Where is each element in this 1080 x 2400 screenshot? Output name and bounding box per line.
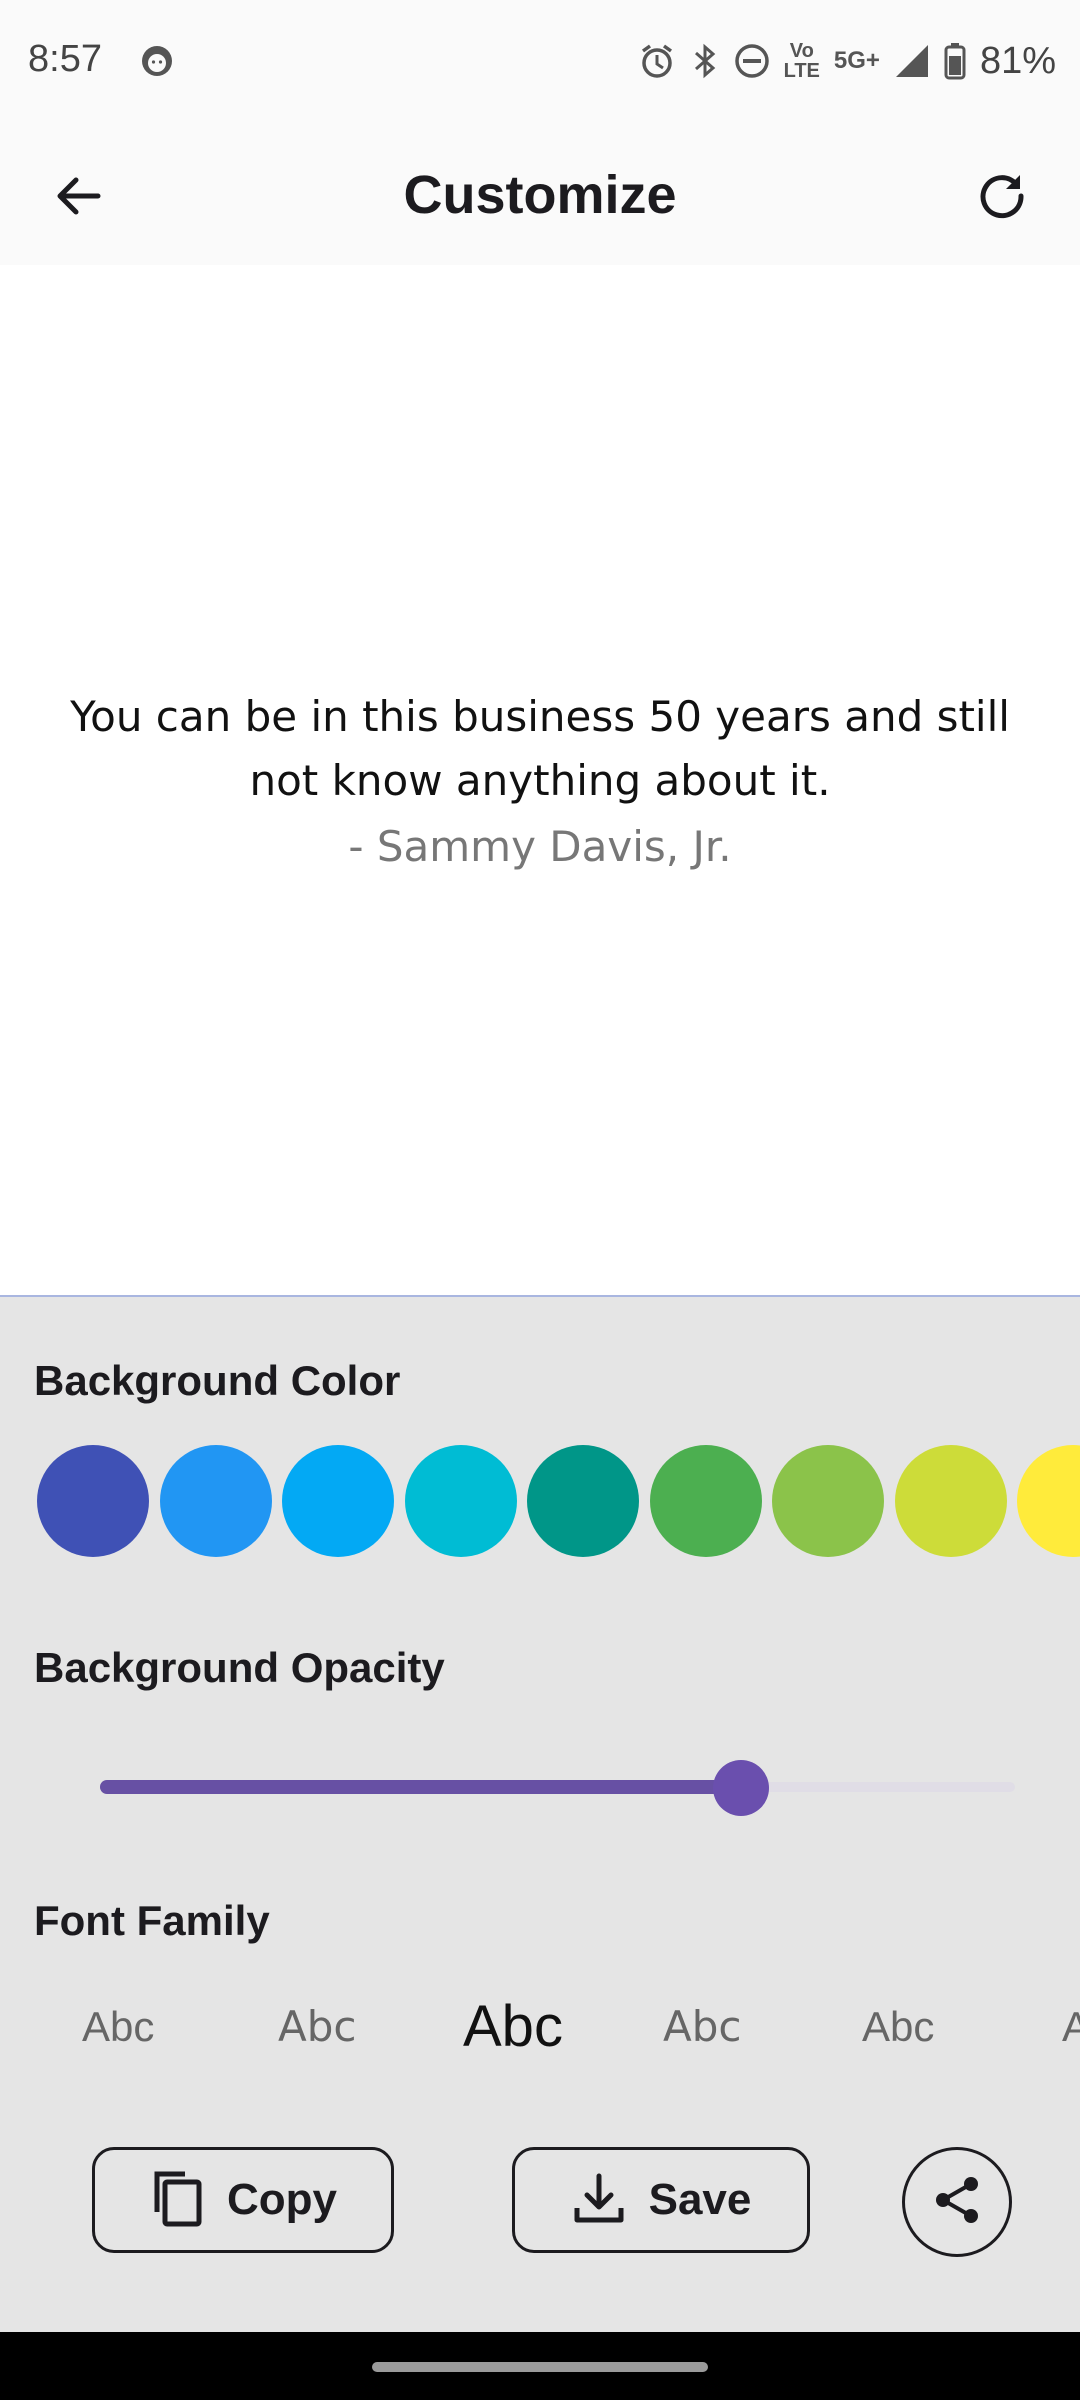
color-swatch[interactable] <box>282 1445 394 1557</box>
system-navigation-bar <box>0 2332 1080 2400</box>
save-button-label: Save <box>648 2175 752 2224</box>
status-bar: 8:57 Vo LTE 5G+ 81% <box>0 0 1080 125</box>
font-family-label: Font Family <box>34 1897 270 1944</box>
font-option-list: Abc Abc Abc Abc Abc A <box>0 1987 1080 2067</box>
quote-block: You can be in this business 50 years and… <box>40 685 1040 879</box>
slider-thumb[interactable] <box>712 1760 769 1816</box>
color-swatch[interactable] <box>404 1445 517 1557</box>
font-option[interactable]: Abc <box>278 1987 356 2067</box>
background-opacity-label: Background Opacity <box>34 1644 445 1691</box>
customize-panel: Background Color Background Opacity Font… <box>0 1297 1080 2332</box>
opacity-slider[interactable] <box>100 1757 1015 1817</box>
bluetooth-icon <box>690 42 720 80</box>
slider-fill <box>100 1780 741 1794</box>
refresh-icon <box>976 170 1028 227</box>
share-button[interactable] <box>902 2147 1012 2257</box>
font-option[interactable]: A <box>1062 1987 1080 2067</box>
color-swatch[interactable] <box>894 1445 1007 1557</box>
home-gesture-handle[interactable] <box>372 2362 708 2372</box>
color-swatch[interactable] <box>1017 1445 1080 1557</box>
quote-text: You can be in this business 50 years and… <box>70 692 1010 805</box>
color-swatch[interactable] <box>649 1445 762 1557</box>
volte-top-label: Vo <box>789 40 814 62</box>
network-type-label: 5G+ <box>833 47 880 74</box>
color-swatch[interactable] <box>772 1445 884 1557</box>
alarm-icon <box>638 42 676 80</box>
refresh-button[interactable] <box>964 160 1040 236</box>
status-icons: Vo LTE 5G+ 81% <box>638 36 1056 86</box>
quote-author: - Sammy Davis, Jr. <box>348 822 732 871</box>
page-title: Customize <box>403 165 677 225</box>
download-icon <box>571 2170 627 2231</box>
background-color-label: Background Color <box>34 1357 401 1404</box>
font-option[interactable]: Abc <box>82 1987 154 2067</box>
do-not-disturb-icon <box>734 43 770 79</box>
share-icon <box>929 2172 985 2233</box>
copy-icon <box>149 2168 205 2233</box>
battery-percent: 81% <box>979 39 1056 82</box>
notification-face-icon <box>140 44 174 78</box>
signal-icon <box>894 43 930 79</box>
font-option[interactable]: Abc <box>463 1987 563 2067</box>
status-time: 8:57 <box>28 38 102 80</box>
font-option[interactable]: Abc <box>663 1987 741 2067</box>
color-swatch-list <box>0 1445 1080 1557</box>
save-button[interactable]: Save <box>512 2147 810 2253</box>
color-swatch[interactable] <box>159 1445 272 1557</box>
color-swatch[interactable] <box>37 1445 149 1557</box>
font-option[interactable]: Abc <box>862 1987 934 2067</box>
battery-icon <box>944 42 966 80</box>
quote-preview: You can be in this business 50 years and… <box>0 265 1080 1297</box>
copy-button-label: Copy <box>227 2175 337 2224</box>
copy-button[interactable]: Copy <box>92 2147 394 2253</box>
volte-icon: Vo LTE <box>784 41 820 81</box>
volte-bottom-label: LTE <box>783 60 820 82</box>
app-bar: Customize <box>0 125 1080 265</box>
color-swatch[interactable] <box>527 1445 639 1557</box>
